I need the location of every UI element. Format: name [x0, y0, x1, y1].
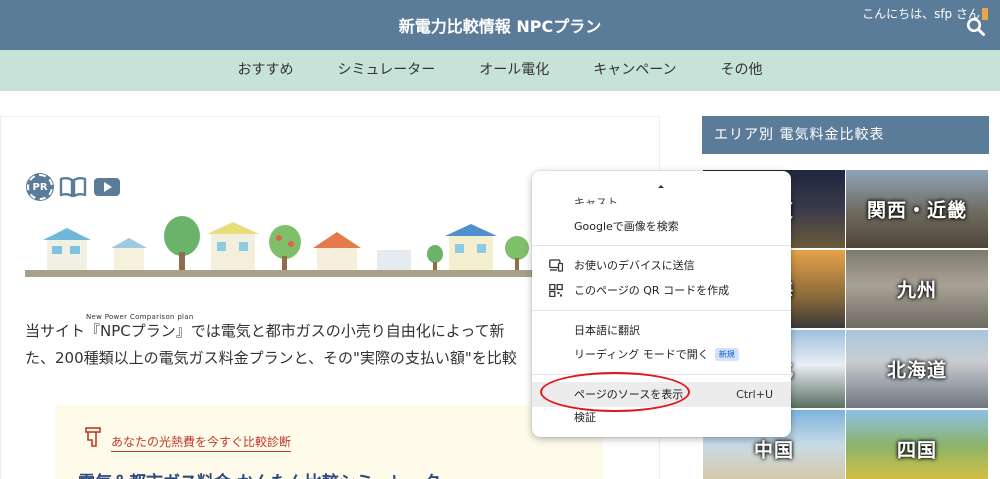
area-tile-shikoku[interactable]: 四国 [846, 410, 988, 479]
menu-item-search-image-google[interactable]: Googleで画像を検索 [532, 214, 791, 239]
menu-item-label-wrap: リーディング モードで開く 新規 [574, 342, 739, 367]
book-icon [59, 177, 87, 198]
greeting-text: こんにちは、sfp さん [862, 7, 980, 21]
play-icon [94, 178, 120, 196]
device-icon [549, 259, 563, 272]
pr-badge: PR [27, 174, 53, 200]
promo-title[interactable]: 電気＆都市ガス料金 かんたん比較シミュレーター [78, 468, 458, 479]
menu-item-cast-partial[interactable]: キャスト... [574, 196, 629, 204]
menu-item-label: 日本語に翻訳 [574, 324, 640, 337]
menu-item-label: Googleで画像を検索 [574, 220, 679, 233]
area-tile-label: 中国 [753, 439, 794, 462]
nav-item-other[interactable]: その他 [699, 50, 785, 91]
intro-line-1: 当サイト『NPCプラン』では電気と都市ガスの小売り自由化によって新 [25, 322, 505, 340]
feature-icons: PR [27, 174, 121, 200]
menu-item-inspect[interactable]: 検証 [532, 405, 791, 430]
nav-item-simulator[interactable]: シミュレーター [315, 50, 457, 91]
menu-separator [532, 310, 791, 311]
sidebar-heading: エリア別 電気料金比較表 [702, 116, 989, 154]
site-title[interactable]: 新電力比較情報 NPCプラン [0, 13, 1000, 37]
intro-line-2: た、200種類以上の電気ガス料金プランと、その"実際の支払い額"を比較 [25, 349, 517, 367]
town-illustration [25, 216, 535, 277]
area-tile-label: 北海道 [886, 359, 947, 382]
menu-separator [532, 374, 791, 375]
pointing-hand-icon [85, 427, 101, 447]
scroll-up-arrow-icon[interactable] [658, 185, 664, 188]
promo-label[interactable]: あなたの光熱費を今すぐ比較診断 [111, 433, 292, 452]
menu-item-label: お使いのデバイスに送信 [574, 259, 695, 272]
menu-item-create-qr-code[interactable]: このページの QR コードを作成 [532, 278, 791, 303]
area-tile-hokkaido[interactable]: 北海道 [846, 330, 988, 408]
menu-item-label: このページの QR コードを作成 [574, 284, 730, 297]
area-tile-label: 関西・近畿 [866, 199, 967, 222]
site-header: 新電力比較情報 NPCプラン こんにちは、sfp さん [0, 0, 1000, 50]
menu-item-translate-japanese[interactable]: 日本語に翻訳 [532, 318, 791, 343]
main-nav: おすすめ シミュレーター オール電化 キャンペーン その他 [0, 50, 1000, 91]
new-badge: 新規 [714, 348, 739, 361]
menu-item-view-page-source[interactable]: ページのソースを表示 Ctrl+U [532, 382, 791, 407]
menu-item-reading-mode[interactable]: リーディング モードで開く 新規 [532, 342, 791, 367]
nav-item-campaign[interactable]: キャンペーン [571, 50, 698, 91]
area-tile-label: 四国 [896, 439, 937, 462]
menu-separator [532, 245, 791, 246]
intro-text: 当サイト『NPCプラン』では電気と都市ガスの小売り自由化によって新 た、200種… [25, 318, 545, 372]
menu-item-shortcut: Ctrl+U [736, 388, 773, 401]
nav-item-all-electric[interactable]: オール電化 [457, 50, 571, 91]
menu-item-label: ページのソースを表示 [574, 388, 684, 401]
menu-item-label: リーディング モードで開く [574, 348, 709, 361]
page: 新電力比較情報 NPCプラン こんにちは、sfp さん おすすめ シミュレーター… [0, 0, 1000, 479]
area-tile-label: 九州 [896, 279, 937, 302]
search-icon[interactable] [966, 17, 986, 37]
qr-icon [549, 284, 563, 297]
area-tile-kansai[interactable]: 関西・近畿 [846, 170, 988, 248]
area-tile-kyushu[interactable]: 九州 [846, 250, 988, 328]
nav-item-recommend[interactable]: おすすめ [215, 50, 315, 91]
menu-item-label: 検証 [574, 411, 596, 424]
menu-item-send-to-device[interactable]: お使いのデバイスに送信 [532, 253, 791, 278]
context-menu: キャスト... Googleで画像を検索 お使いのデバイスに送信 このページの … [532, 171, 791, 437]
